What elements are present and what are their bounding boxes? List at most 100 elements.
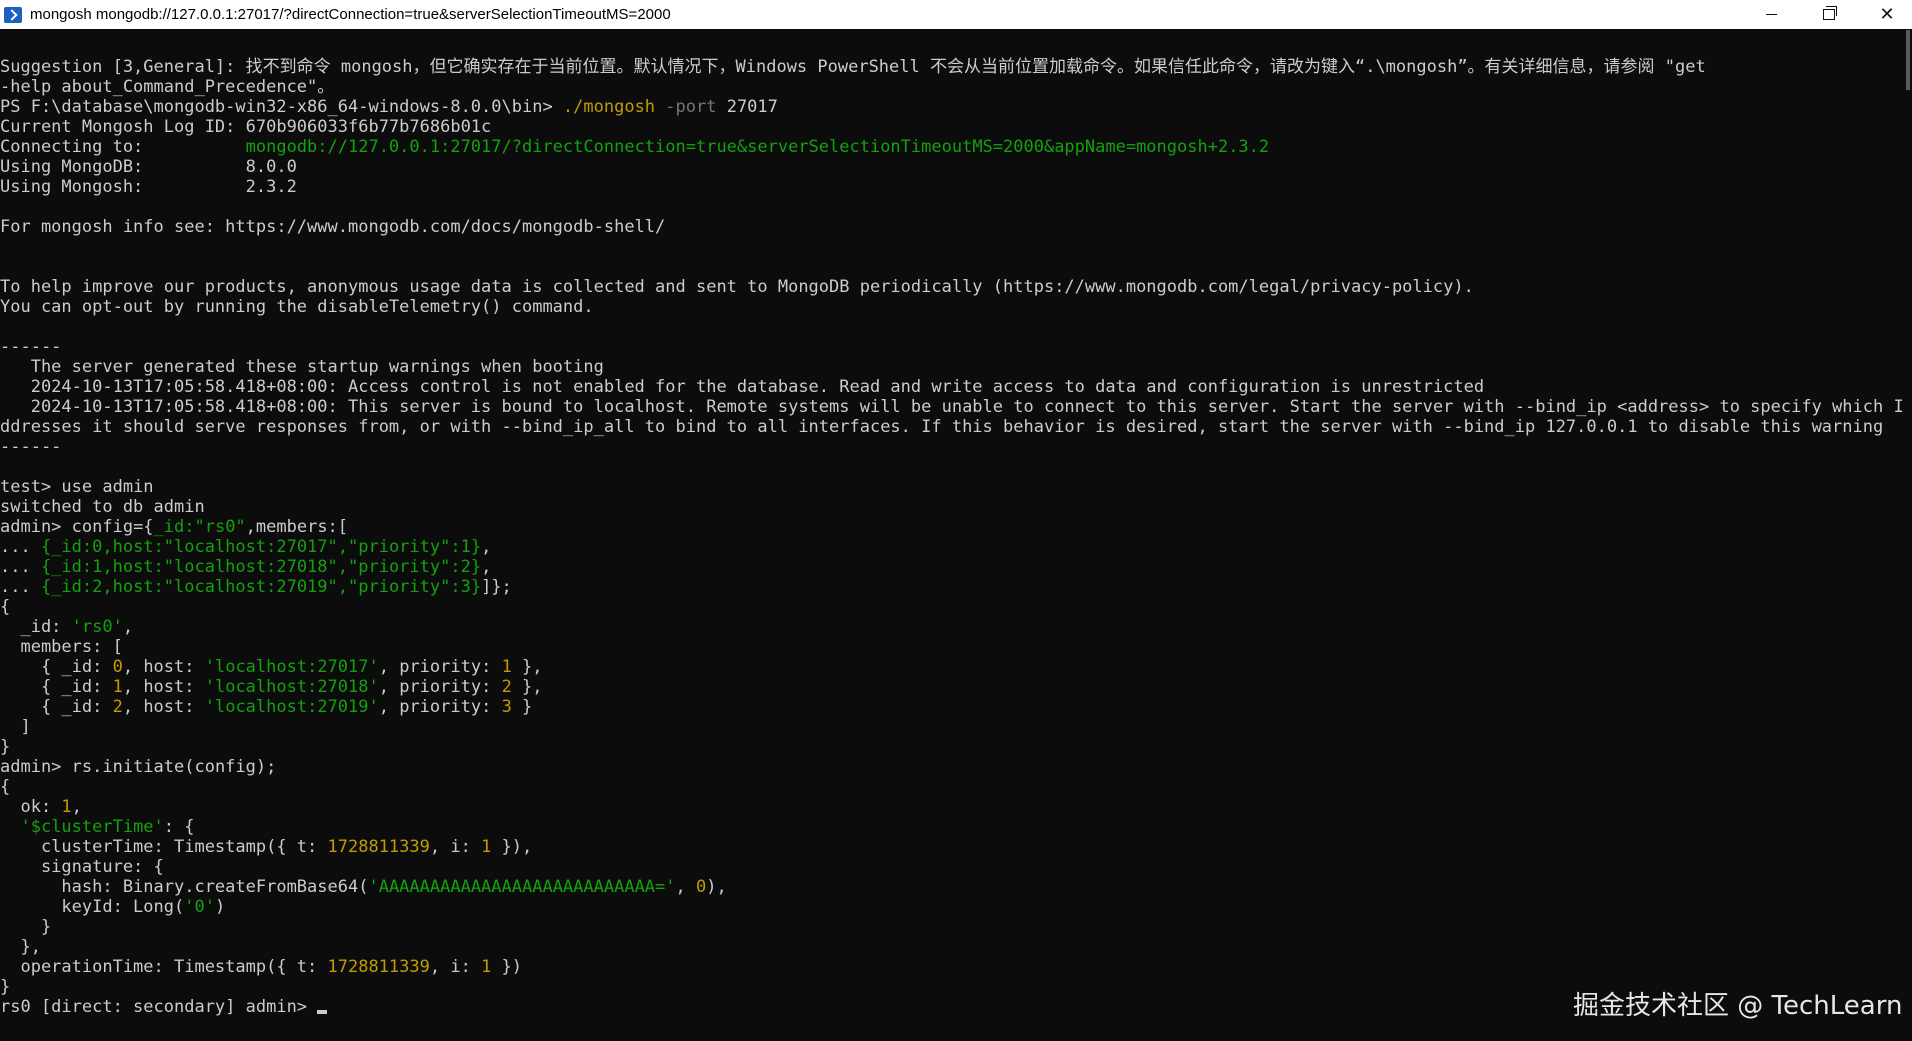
key: _id:	[0, 617, 72, 637]
close-icon: ✕	[1879, 3, 1895, 25]
key: , priority:	[378, 657, 502, 677]
ps-port: 27017	[726, 97, 778, 117]
key: , priority:	[378, 697, 502, 717]
output-line: },	[0, 937, 41, 957]
mongosh-version-label: Using Mongosh:	[0, 177, 246, 197]
punct: ]};	[481, 577, 512, 597]
connecting-line: Connecting to: mongodb://127.0.0.1:27017…	[0, 137, 1269, 157]
output-line: signature: {	[0, 857, 164, 877]
warnings-header: The server generated these startup warni…	[0, 357, 604, 377]
warning-line: 2024-10-13T17:05:58.418+08:00: Access co…	[0, 377, 1485, 397]
output-line: clusterTime: Timestamp({ t: 1728811339, …	[0, 837, 532, 857]
output-line: hash: Binary.createFromBase64('AAAAAAAAA…	[0, 877, 727, 897]
mongodb-version-line: Using MongoDB: 8.0.0	[0, 157, 297, 177]
mongosh-version-value: 2.3.2	[245, 177, 297, 197]
continuation-prompt: ...	[0, 537, 41, 557]
punct: },	[511, 677, 543, 697]
key: { _id:	[0, 677, 113, 697]
config-id: _id:"rs0"	[153, 517, 246, 537]
string-value: 'localhost:27018'	[204, 677, 379, 697]
punct: },	[511, 657, 543, 677]
info-line: For mongosh info see: https://www.mongod…	[0, 217, 666, 237]
continuation-prompt: ...	[0, 557, 41, 577]
close-button[interactable]: ✕	[1858, 0, 1912, 29]
number-value: 1	[481, 837, 492, 857]
number-value: 1728811339	[327, 837, 430, 857]
number-value: 0	[112, 657, 123, 677]
string-value: '$clusterTime'	[20, 817, 164, 837]
punct: : {	[163, 817, 195, 837]
member-literal: {_id:2,host:"localhost:27019","priority"…	[40, 577, 482, 597]
shell-command: config={	[71, 517, 154, 537]
connection-string: mongodb://127.0.0.1:27017/?directConnect…	[245, 137, 1270, 157]
suggestion-line: Suggestion [3,General]: 找不到命令 mongosh，但它…	[0, 57, 1706, 77]
number-value: 1	[112, 677, 123, 697]
output-line: }	[0, 737, 11, 757]
output-line: }	[0, 977, 11, 997]
watermark: 掘金技术社区 @ TechLearn	[1573, 991, 1903, 1021]
punct: })	[491, 957, 523, 977]
output-line: switched to db admin	[0, 497, 205, 517]
punct: }),	[491, 837, 533, 857]
current-prompt-line[interactable]: rs0 [direct: secondary] admin>	[0, 997, 328, 1017]
connecting-label: Connecting to:	[0, 137, 246, 157]
key: { _id:	[0, 697, 113, 717]
shell-prompt: test>	[0, 477, 62, 497]
string-value: 'localhost:27019'	[204, 697, 379, 717]
ps-command-line: PS F:\database\mongodb-win32-x86_64-wind…	[0, 97, 778, 117]
minimize-icon	[1765, 14, 1777, 15]
key: , host:	[122, 657, 205, 677]
output-line: '$clusterTime': {	[0, 817, 195, 837]
member-row: { _id: 2, host: 'localhost:27019', prior…	[0, 697, 532, 717]
terminal-output[interactable]: Suggestion [3,General]: 找不到命令 mongosh，但它…	[0, 29, 1912, 1041]
punct: ,	[71, 797, 82, 817]
telemetry-line: You can opt-out by running the disableTe…	[0, 297, 594, 317]
output-line: {	[0, 597, 11, 617]
scrollbar-thumb[interactable]	[1906, 30, 1910, 90]
number-value: 1	[481, 957, 492, 977]
punct: ,	[675, 877, 696, 897]
shell-prompt: rs0 [direct: secondary] admin>	[0, 997, 318, 1017]
output-line: keyId: Long('0')	[0, 897, 225, 917]
string-value: 'AAAAAAAAAAAAAAAAAAAAAAAAAAA='	[368, 877, 676, 897]
window-title: mongosh mongodb://127.0.0.1:27017/?direc…	[30, 6, 671, 23]
output-line: operationTime: Timestamp({ t: 1728811339…	[0, 957, 522, 977]
punct: )	[214, 897, 226, 917]
key: , host:	[122, 677, 205, 697]
mongodb-version-label: Using MongoDB:	[0, 157, 246, 177]
output-line: {	[0, 777, 11, 797]
shell-command: use admin	[61, 477, 154, 497]
punct: }	[511, 697, 533, 717]
maximize-button[interactable]	[1800, 0, 1858, 29]
ps-flag: -port	[655, 97, 727, 117]
output-line: members: [	[0, 637, 123, 657]
shell-command: ,members:[	[245, 517, 349, 537]
separator-line: ------	[0, 337, 62, 357]
number-value: 1728811339	[327, 957, 430, 977]
shell-prompt: admin>	[0, 757, 72, 777]
string-value: 'rs0'	[71, 617, 123, 637]
number-value: 1	[501, 657, 512, 677]
key: hash: Binary.createFromBase64(	[0, 877, 369, 897]
string-value: 'localhost:27017'	[204, 657, 379, 677]
key: operationTime: Timestamp({ t:	[0, 957, 328, 977]
use-command-line: test> use admin	[0, 477, 154, 497]
number-value: 3	[501, 697, 512, 717]
key: , i:	[429, 957, 482, 977]
telemetry-line: To help improve our products, anonymous …	[0, 277, 1474, 297]
number-value: 2	[112, 697, 123, 717]
continuation-line: ... {_id:2,host:"localhost:27019","prior…	[0, 577, 512, 597]
key: { _id:	[0, 657, 113, 677]
shell-prompt: admin>	[0, 517, 72, 537]
continuation-line: ... {_id:0,host:"localhost:27017","prior…	[0, 537, 491, 557]
punct: ),	[706, 877, 727, 897]
number-value: 1	[61, 797, 72, 817]
shell-command: rs.initiate(config);	[71, 757, 277, 777]
scrollbar-track[interactable]	[1904, 29, 1912, 1041]
text-cursor	[317, 1010, 328, 1014]
title-bar: mongosh mongodb://127.0.0.1:27017/?direc…	[0, 0, 1912, 29]
ps-prompt: PS F:\database\mongodb-win32-x86_64-wind…	[0, 97, 563, 117]
minimize-button[interactable]	[1742, 0, 1800, 29]
punct: ,	[481, 557, 492, 577]
